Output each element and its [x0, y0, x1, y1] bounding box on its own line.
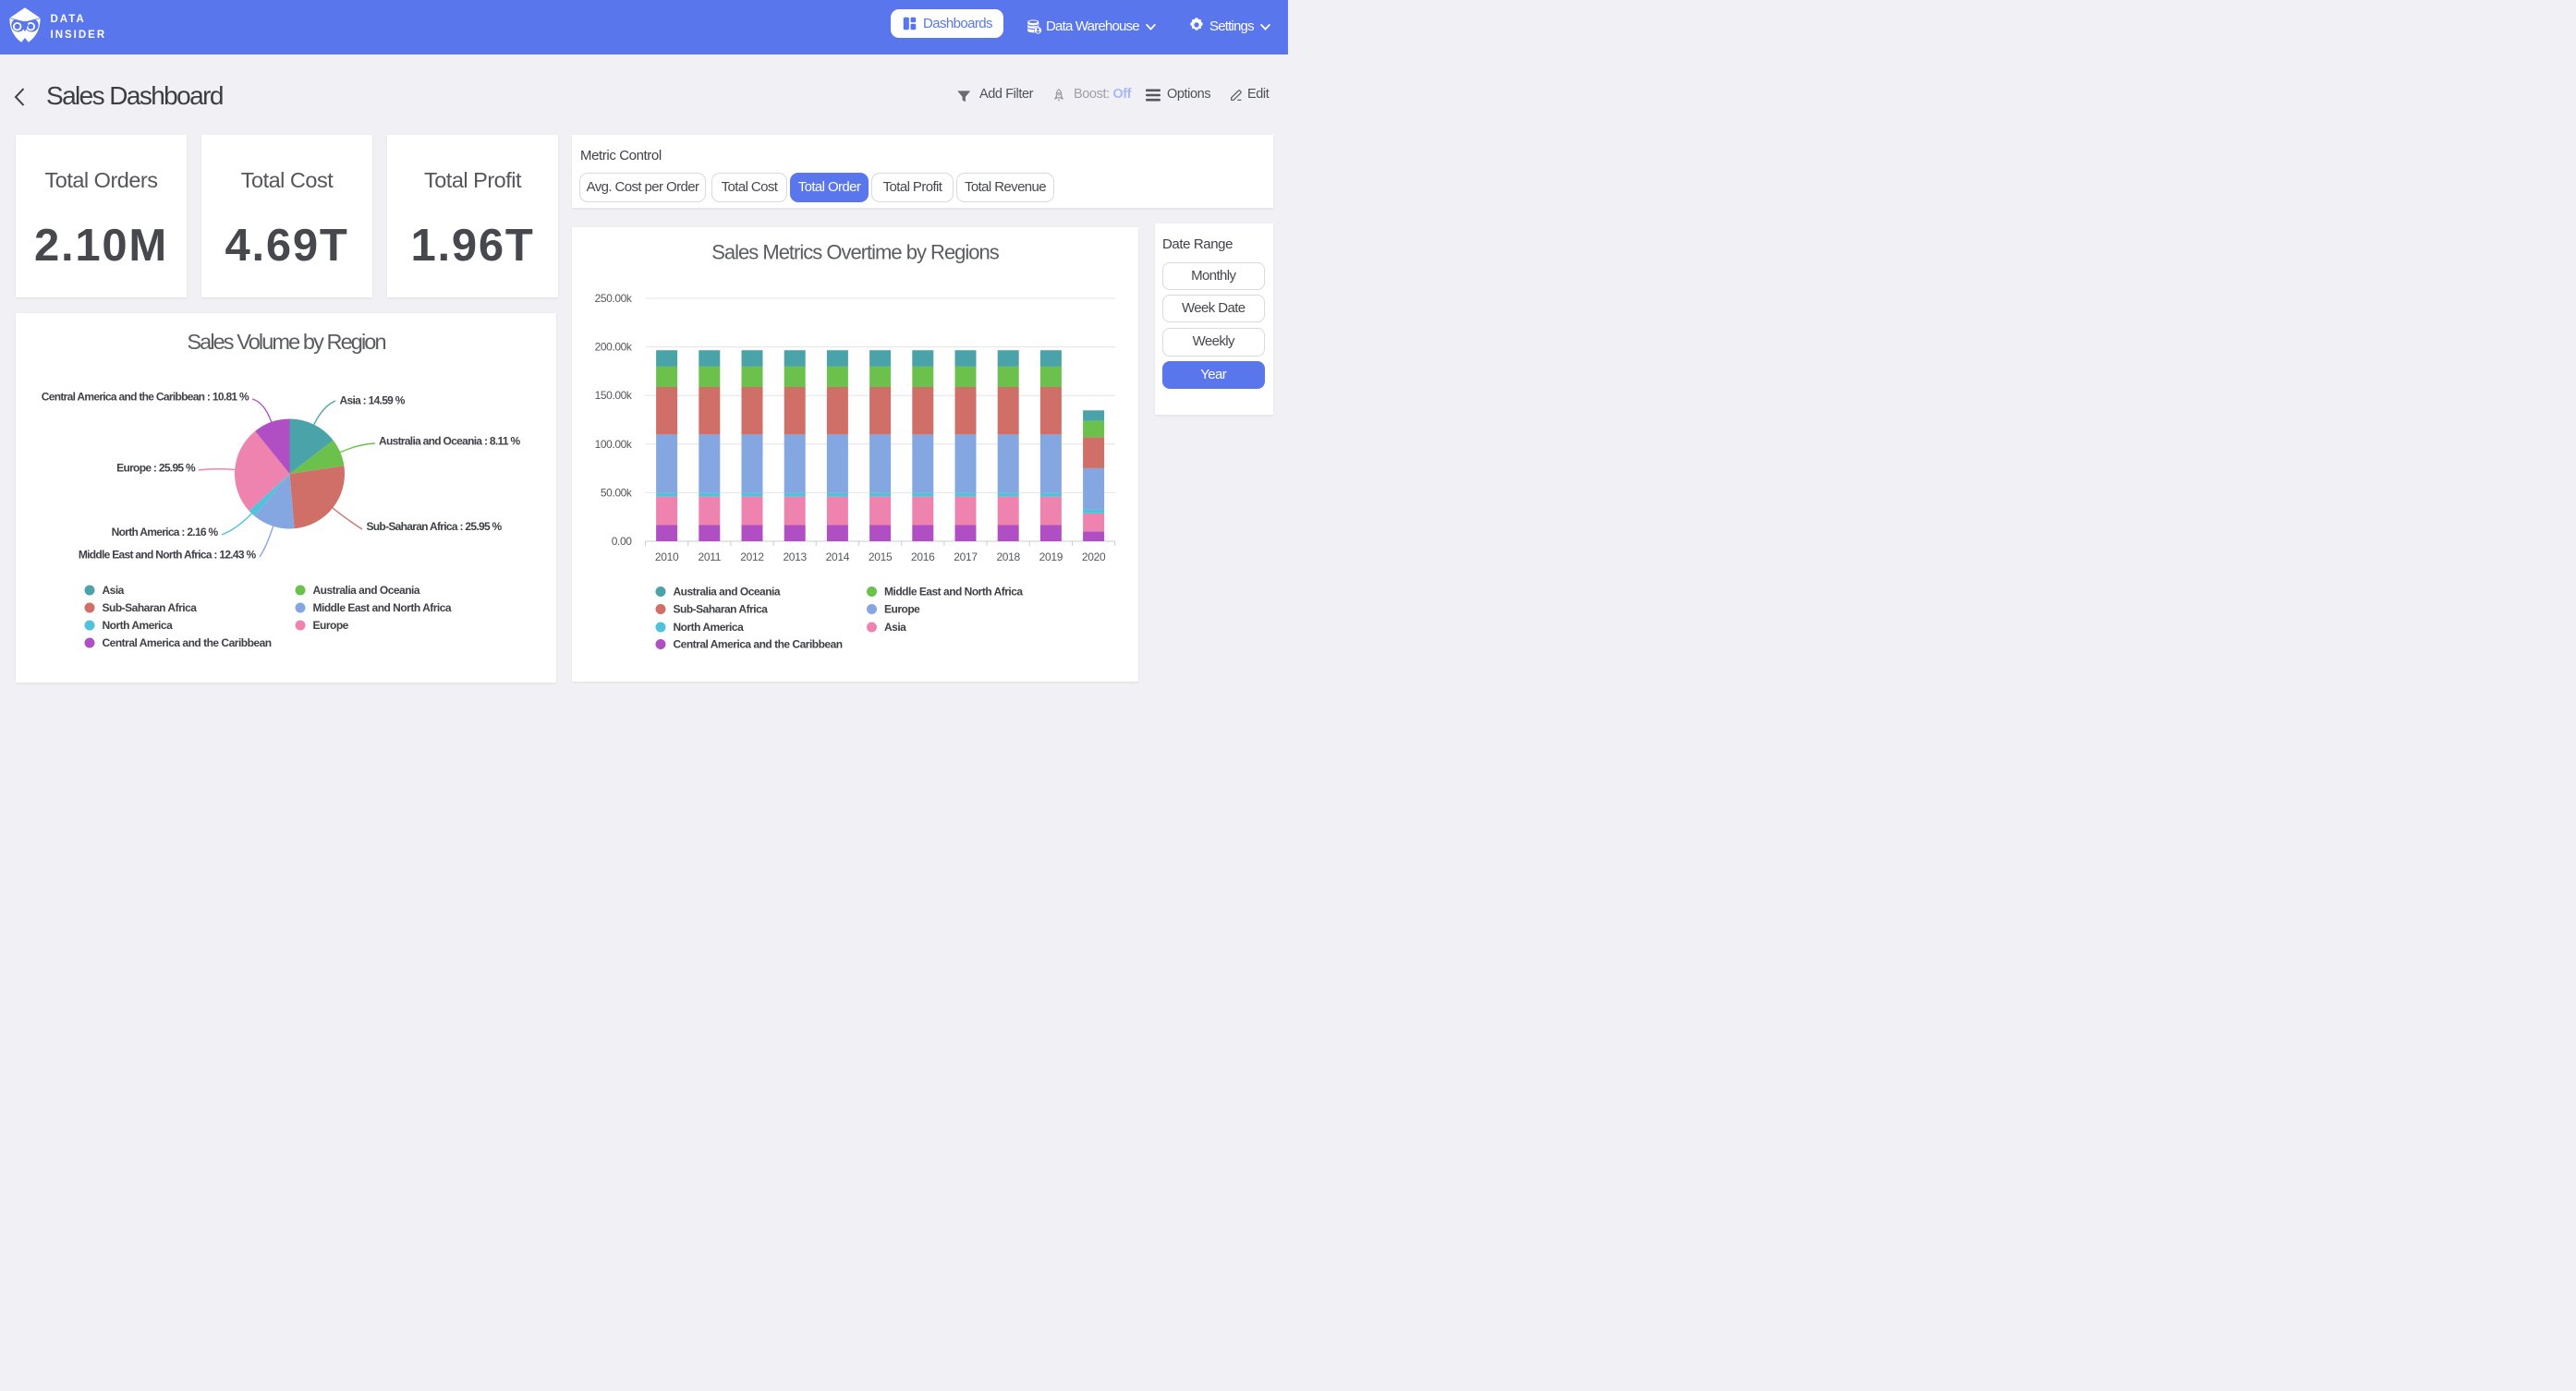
svg-text:Australia and Oceania: Australia and Oceania: [673, 585, 780, 598]
svg-text:Europe: Europe: [313, 619, 349, 632]
svg-text:50.00k: 50.00k: [600, 486, 632, 499]
svg-text:Sales Metrics Overtime by Regi: Sales Metrics Overtime by Regions: [711, 240, 1000, 263]
svg-text:2013: 2013: [783, 550, 807, 562]
svg-text:2017: 2017: [954, 550, 978, 562]
svg-text:2012: 2012: [740, 550, 764, 562]
svg-text:Middle East and North Africa: Middle East and North Africa: [884, 585, 1023, 598]
svg-text:Sales Volume by Region: Sales Volume by Region: [187, 330, 385, 354]
svg-text:2014: 2014: [825, 550, 849, 562]
svg-text:2020: 2020: [1081, 550, 1105, 562]
svg-text:Middle East and North Africa: Middle East and North Africa: [313, 601, 452, 614]
svg-text:100.00k: 100.00k: [594, 437, 632, 450]
svg-text:Central America and the Caribb: Central America and the Caribbean: [673, 637, 842, 650]
svg-text:150.00k: 150.00k: [594, 389, 632, 402]
svg-text:2011: 2011: [698, 550, 721, 562]
svg-text:Sub-Saharan Africa: Sub-Saharan Africa: [103, 601, 198, 614]
svg-text:North America : 2.16 %: North America : 2.16 %: [112, 526, 219, 538]
svg-text:Australia and Oceania: Australia and Oceania: [313, 584, 420, 597]
svg-text:Australia and Oceania : 8.11 %: Australia and Oceania : 8.11 %: [379, 434, 520, 447]
svg-text:Sub-Saharan Africa : 25.95 %: Sub-Saharan Africa : 25.95 %: [367, 520, 503, 533]
svg-text:Asia : 14.59 %: Asia : 14.59 %: [340, 393, 406, 406]
svg-text:250.00k: 250.00k: [594, 292, 632, 305]
svg-text:Middle East and North Africa :: Middle East and North Africa : 12.43 %: [79, 548, 257, 561]
svg-text:North America: North America: [103, 619, 174, 632]
svg-text:2019: 2019: [1039, 550, 1063, 562]
svg-text:Asia: Asia: [103, 584, 125, 597]
svg-text:North America: North America: [673, 621, 744, 634]
svg-text:Central America and the Caribb: Central America and the Caribbean: [103, 636, 272, 649]
svg-text:2015: 2015: [868, 550, 892, 562]
svg-text:Europe: Europe: [884, 602, 920, 615]
svg-text:Asia: Asia: [884, 621, 906, 634]
svg-text:2016: 2016: [911, 550, 935, 562]
svg-text:Sub-Saharan Africa: Sub-Saharan Africa: [673, 602, 768, 615]
svg-text:0.00: 0.00: [611, 535, 631, 548]
svg-text:Europe : 25.95 %: Europe : 25.95 %: [116, 461, 196, 474]
svg-text:2018: 2018: [996, 550, 1020, 562]
svg-text:2010: 2010: [654, 550, 678, 562]
svg-text:200.00k: 200.00k: [594, 340, 632, 353]
svg-text:Central America and the Caribb: Central America and the Caribbean : 10.8…: [42, 390, 249, 403]
